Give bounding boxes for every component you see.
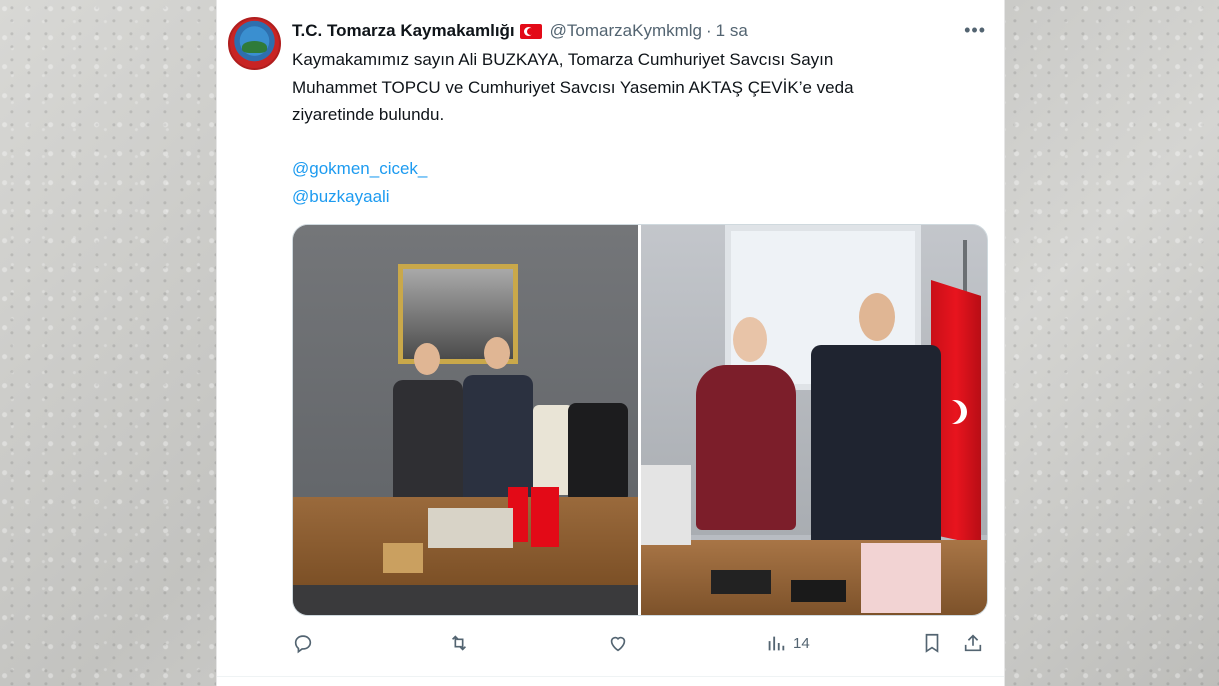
mentions: @gokmen_cicek_ @buzkayaali: [292, 155, 427, 210]
author-handle[interactable]: @TomarzaKymkmlg: [550, 21, 702, 41]
retweet-icon: [451, 635, 467, 651]
tweet-text-line: ziyaretinde bulundu.: [292, 105, 445, 124]
tweet-time[interactable]: 1 sa: [716, 21, 748, 41]
mention-link[interactable]: @gokmen_cicek_: [292, 155, 427, 183]
views-count: 14: [793, 634, 810, 652]
mention-link[interactable]: @buzkayaali: [292, 183, 427, 211]
tweet-text: Kaymakamımız sayın Ali BUZKAYA, Tomarza …: [292, 46, 972, 129]
tweet-header: T.C. Tomarza Kaymakamlığı @TomarzaKymkml…: [292, 19, 748, 43]
photo-office-visit-1[interactable]: [293, 225, 638, 615]
share-icon: [964, 634, 982, 652]
views-button[interactable]: 14: [765, 632, 810, 654]
photo-office-visit-2[interactable]: [641, 225, 987, 615]
author-avatar[interactable]: [228, 17, 281, 70]
turkish-flag-icon: [519, 23, 542, 39]
author-name[interactable]: T.C. Tomarza Kaymakamlığı: [292, 21, 515, 41]
tweet-media[interactable]: [292, 224, 988, 616]
divider: [217, 676, 1004, 677]
retweet-button[interactable]: [448, 632, 470, 654]
tweet-actions: 14: [292, 632, 986, 660]
separator: ·: [706, 21, 712, 40]
reply-icon: [294, 635, 312, 654]
more-icon[interactable]: •••: [964, 20, 986, 41]
share-button[interactable]: [962, 632, 984, 654]
bookmark-button[interactable]: [921, 632, 943, 654]
views-icon: [768, 636, 785, 651]
like-button[interactable]: [607, 632, 629, 654]
bookmark-icon: [925, 633, 939, 653]
tweet-text-line: Kaymakamımız sayın Ali BUZKAYA, Tomarza …: [292, 50, 834, 69]
reply-button[interactable]: [292, 632, 314, 654]
tweet-text-line: Muhammet TOPCU ve Cumhuriyet Savcısı Yas…: [292, 77, 854, 97]
tweet-card[interactable]: T.C. Tomarza Kaymakamlığı @TomarzaKymkml…: [216, 0, 1005, 686]
like-icon: [610, 636, 626, 652]
